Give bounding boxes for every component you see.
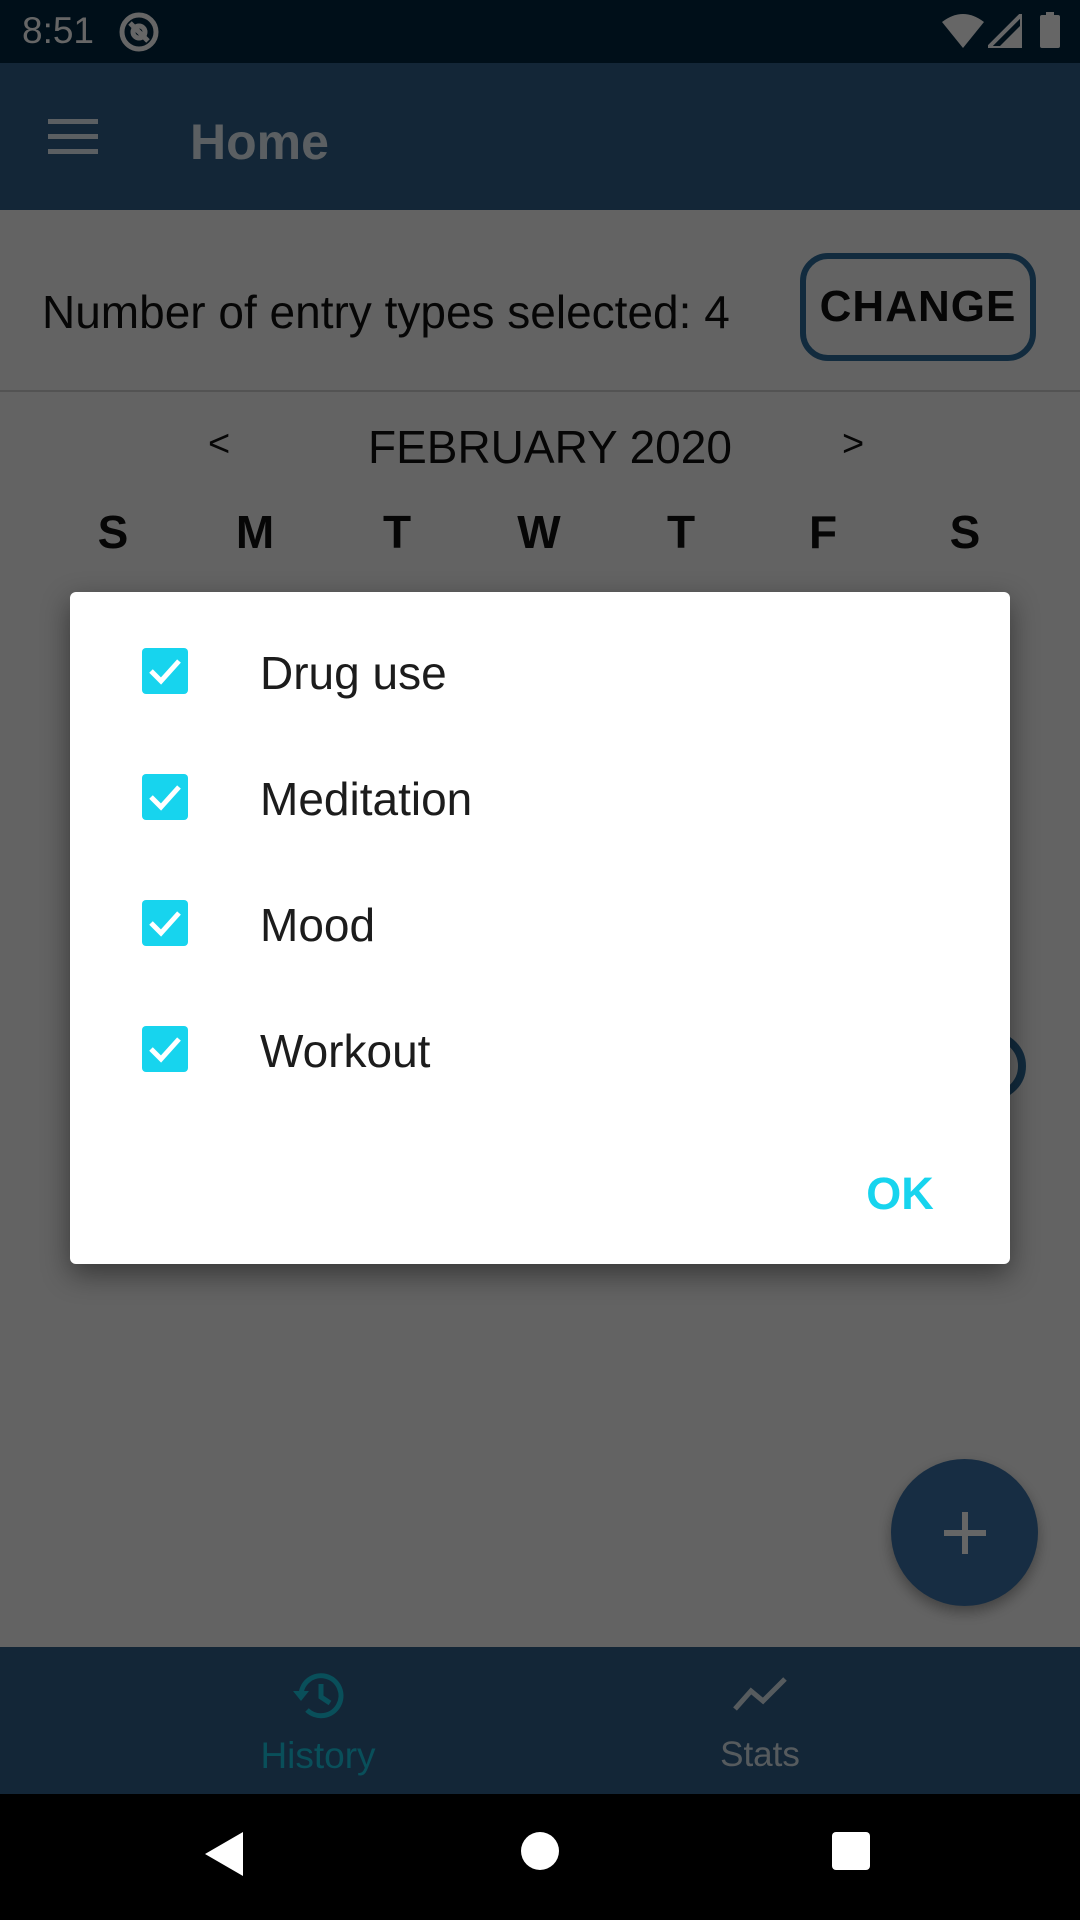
option-label: Mood	[260, 899, 376, 951]
weekday-label: T	[666, 506, 696, 558]
page-title: Home	[190, 114, 329, 170]
change-button[interactable]: CHANGE	[800, 253, 1036, 361]
mood-checkbox[interactable]	[142, 900, 188, 946]
wifi-icon	[942, 14, 984, 48]
ok-button[interactable]: OK	[840, 1159, 960, 1229]
at-sign-icon	[119, 12, 159, 52]
weekday-label: W	[517, 506, 561, 558]
battery-icon	[1040, 12, 1060, 48]
status-bar: 8:51	[0, 0, 1080, 63]
drug-use-checkbox[interactable]	[142, 648, 188, 694]
option-mood[interactable]: Mood	[70, 860, 1010, 986]
nav-label-stats: Stats	[720, 1735, 800, 1774]
calendar-month-label: FEBRUARY 2020	[368, 421, 732, 473]
option-label: Meditation	[260, 773, 473, 825]
calendar-prev-button[interactable]: <	[208, 423, 230, 466]
checkmark-icon	[149, 911, 181, 937]
workout-checkbox[interactable]	[142, 1026, 188, 1072]
nav-label-history: History	[260, 1735, 376, 1776]
checkmark-icon	[149, 1037, 181, 1063]
checkmark-icon	[149, 785, 181, 811]
weekday-label: F	[808, 506, 838, 558]
weekday-header: S M T W T F S	[40, 505, 1040, 565]
app-bar: Home	[0, 63, 1080, 210]
entry-types-dialog: Drug use Meditation Mood Workout OK	[70, 592, 1010, 1264]
entry-type-filter: Number of entry types selected: 4 CHANGE	[0, 210, 1080, 392]
checkmark-icon	[149, 659, 181, 685]
bottom-navigation: History Stats	[0, 1647, 1080, 1794]
option-drug-use[interactable]: Drug use	[70, 608, 1010, 734]
option-label: Workout	[260, 1025, 431, 1077]
stats-icon	[733, 1677, 787, 1711]
back-icon[interactable]	[205, 1832, 245, 1876]
nav-item-stats[interactable]: Stats	[610, 1647, 910, 1794]
weekday-label: S	[97, 506, 129, 558]
signal-icon	[988, 14, 1022, 48]
calendar-next-button[interactable]: >	[842, 423, 864, 466]
recents-icon[interactable]	[832, 1832, 870, 1870]
weekday-label: T	[382, 506, 412, 558]
option-workout[interactable]: Workout	[70, 986, 1010, 1112]
menu-icon[interactable]	[48, 117, 98, 157]
system-navigation-bar	[0, 1794, 1080, 1920]
option-label: Drug use	[260, 647, 447, 699]
weekday-label: M	[235, 506, 275, 558]
history-icon	[293, 1673, 344, 1719]
entry-types-count-text: Number of entry types selected: 4	[42, 286, 730, 338]
weekday-label: S	[949, 506, 981, 558]
plus-icon	[943, 1511, 986, 1554]
home-icon[interactable]	[521, 1832, 559, 1870]
status-time: 8:51	[22, 10, 95, 51]
add-entry-button[interactable]	[891, 1459, 1038, 1606]
meditation-checkbox[interactable]	[142, 774, 188, 820]
option-meditation[interactable]: Meditation	[70, 734, 1010, 860]
nav-item-history[interactable]: History	[168, 1647, 468, 1794]
